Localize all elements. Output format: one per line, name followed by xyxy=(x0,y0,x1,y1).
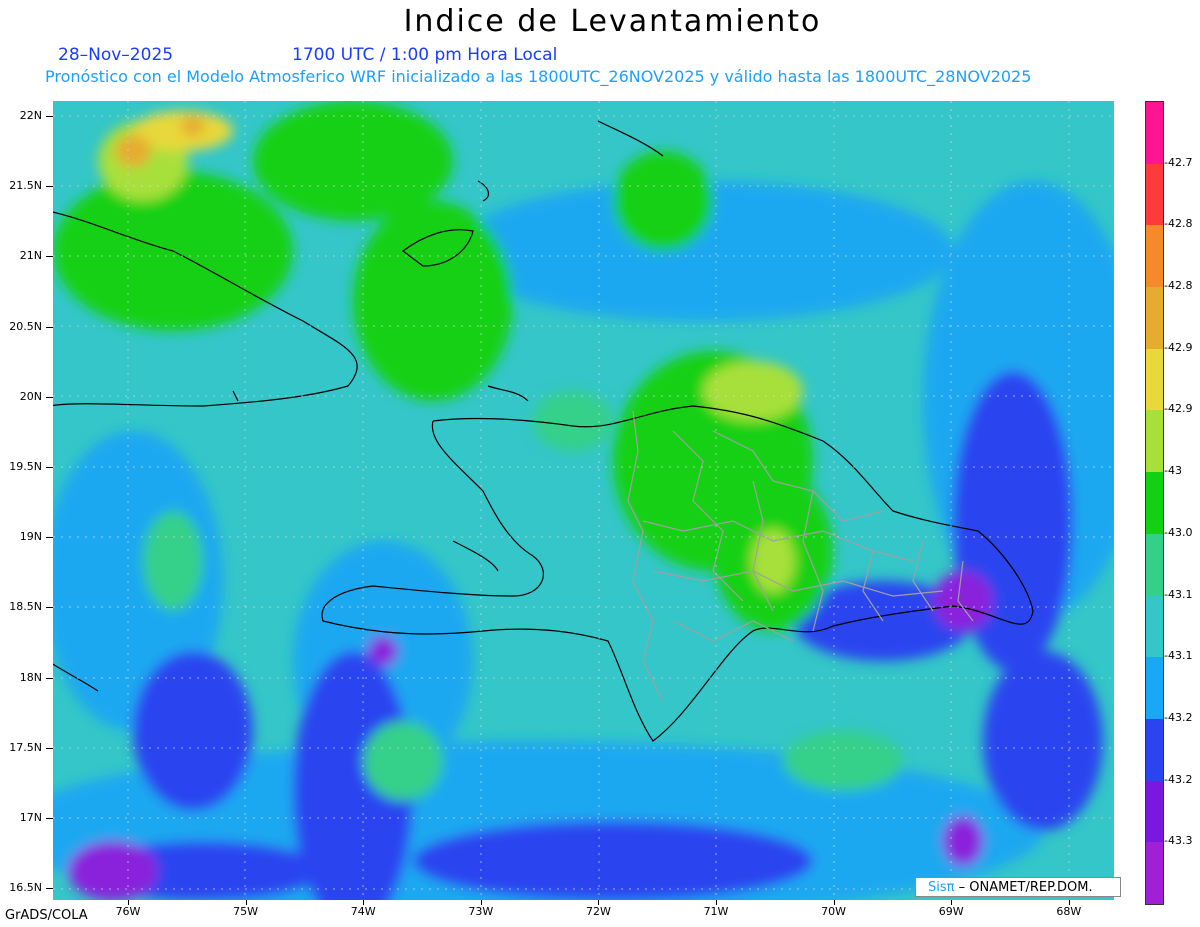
lat-label: 22N xyxy=(19,109,42,122)
grads-credit: GrADS/COLA xyxy=(5,908,88,923)
lat-tick xyxy=(46,256,53,258)
lat-label: 18N xyxy=(19,670,42,684)
lat-tick xyxy=(46,607,53,609)
lat-label: 20N xyxy=(19,389,42,403)
lon-tick xyxy=(480,900,482,905)
colorbar-label: -43.1 xyxy=(1164,587,1193,601)
colorbar-segment xyxy=(1146,348,1163,411)
colorbar-segment xyxy=(1146,842,1163,904)
colorbar-label: -42.8 xyxy=(1164,279,1193,293)
map-title: Indice de Levantamiento xyxy=(403,4,822,39)
lon-label: 72W xyxy=(585,905,611,918)
lat-label: 19N xyxy=(19,530,42,544)
colorbar-label: -43.2 xyxy=(1164,710,1193,724)
colorbar-label: -42.9 xyxy=(1164,340,1193,354)
colorbar-segment xyxy=(1146,780,1163,843)
colorbar-segment xyxy=(1146,102,1163,164)
lon-label: 69W xyxy=(938,905,964,918)
colorbar-label: -43.3 xyxy=(1164,834,1193,848)
colorbar-label: -42.7 xyxy=(1164,155,1193,169)
colorbar-segment xyxy=(1146,163,1163,226)
lon-label: 70W xyxy=(821,905,847,918)
colorbar-segment xyxy=(1146,225,1163,288)
lat-tick xyxy=(46,677,53,679)
colorbar-segment xyxy=(1146,718,1163,781)
colorbar-segment xyxy=(1146,287,1163,349)
lat-label: 20.5N xyxy=(9,319,42,333)
colorbar-segment xyxy=(1146,533,1163,596)
lon-tick xyxy=(833,900,835,905)
lat-label: 17N xyxy=(19,811,42,824)
lon-label: 71W xyxy=(703,905,729,918)
colorbar-label: -43.2 xyxy=(1164,772,1193,786)
lon-label: 73W xyxy=(468,905,494,918)
lon-label: 75W xyxy=(233,905,259,918)
lat-label: 19.5N xyxy=(9,460,42,473)
lon-tick xyxy=(598,900,600,905)
lat-label: 21.5N xyxy=(9,179,42,193)
lat-label: 16.5N xyxy=(9,881,42,895)
forecast-date: 28–Nov–2025 xyxy=(58,45,174,65)
colorbar-segment xyxy=(1146,472,1163,534)
colorbar-label: -42.9 xyxy=(1164,402,1193,416)
sispi-logo: Sisπ – ONAMET/REP.DOM. xyxy=(915,877,1121,897)
colorbar-segment xyxy=(1146,595,1163,658)
lifted-index-map xyxy=(53,101,1114,900)
colorbar-label: -43.1 xyxy=(1164,649,1193,663)
lon-tick xyxy=(716,900,717,905)
colorbar-label: -43 xyxy=(1164,464,1182,478)
lon-label: 68W xyxy=(1056,905,1082,918)
lon-tick xyxy=(363,900,365,905)
model-description: Pronóstico con el Modelo Atmosferico WRF… xyxy=(45,67,1032,86)
lat-tick xyxy=(46,326,53,328)
lon-label: 76W xyxy=(115,905,141,918)
colorbar-label: -43.0 xyxy=(1164,525,1193,539)
lat-tick xyxy=(46,186,53,188)
lat-tick xyxy=(46,116,53,117)
lat-tick xyxy=(46,818,53,819)
colorbar-segment xyxy=(1146,410,1163,473)
colorbar-label: -42.8 xyxy=(1164,217,1193,231)
lat-tick xyxy=(46,537,53,539)
colorbar-segment xyxy=(1146,657,1163,719)
lat-tick xyxy=(46,467,53,468)
logo-sis-text: Sisπ xyxy=(928,880,955,895)
colorbar xyxy=(1145,101,1164,905)
forecast-time: 1700 UTC / 1:00 pm Hora Local xyxy=(292,45,558,65)
map-field xyxy=(53,101,1114,900)
logo-org-text: – ONAMET/REP.DOM. xyxy=(958,880,1093,895)
lon-tick xyxy=(245,900,247,905)
lat-tick xyxy=(46,747,53,749)
lon-label: 74W xyxy=(350,905,376,918)
lon-tick xyxy=(951,900,953,905)
lat-label: 17.5N xyxy=(9,740,42,754)
lon-tick xyxy=(128,900,129,905)
lat-tick xyxy=(46,396,53,398)
lat-label: 21N xyxy=(19,249,42,263)
lon-tick xyxy=(1068,900,1070,905)
lat-label: 18.5N xyxy=(9,600,42,614)
lat-tick xyxy=(46,888,53,890)
